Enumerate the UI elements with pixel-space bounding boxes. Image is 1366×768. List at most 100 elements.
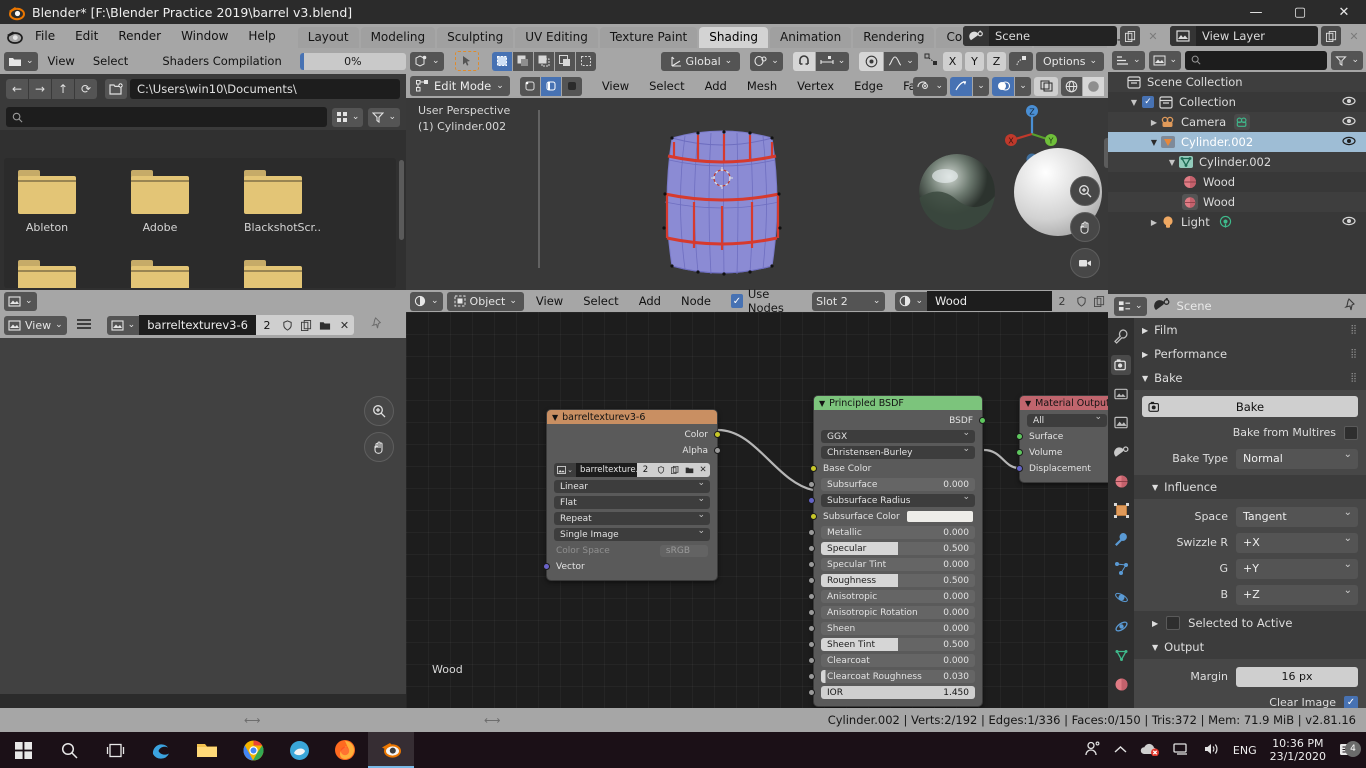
select-box-icon[interactable] xyxy=(491,51,512,71)
expand-toggle[interactable]: ▼ xyxy=(1128,98,1140,107)
bake-type-dropdown[interactable]: Normal xyxy=(1236,448,1358,469)
socket-alpha[interactable] xyxy=(714,447,721,454)
blender-icon[interactable] xyxy=(368,732,414,768)
colorspace-value[interactable]: sRGB xyxy=(659,544,708,557)
xray-toggle-icon[interactable] xyxy=(1034,76,1058,96)
shader-menu-select[interactable]: Select xyxy=(575,294,626,308)
outliner-row-light[interactable]: ▶ Light xyxy=(1108,212,1366,232)
close-button[interactable]: ✕ xyxy=(1322,0,1366,24)
clear-image-checkbox[interactable]: ✓ xyxy=(1344,695,1358,708)
task-view-icon[interactable] xyxy=(92,732,138,768)
source-dropdown[interactable]: Single Image xyxy=(554,526,710,541)
edge-icon[interactable] xyxy=(138,732,184,768)
outliner-row-cylinder-object[interactable]: ▼ Cylinder.002 xyxy=(1108,132,1366,152)
duplicate-icon[interactable] xyxy=(296,315,316,335)
path-input[interactable]: C:\Users\win10\Documents\ xyxy=(130,79,400,99)
node-output-bsdf[interactable]: BSDF xyxy=(821,414,986,427)
vertex-select-icon[interactable] xyxy=(519,76,540,96)
statusbar-handle-left[interactable]: ⟷ xyxy=(244,713,261,727)
space-dropdown[interactable]: Tangent xyxy=(1236,506,1358,527)
network-icon[interactable] xyxy=(1173,742,1190,759)
image-users-count[interactable]: 2 xyxy=(637,463,654,477)
input-sheen[interactable]: Sheen 0.000 xyxy=(808,622,975,635)
tab-particles[interactable] xyxy=(1111,558,1131,578)
outliner-filter-button[interactable]: ⌄ xyxy=(1331,50,1363,70)
explorer-icon[interactable] xyxy=(184,732,230,768)
section-selected-to-active[interactable]: ▶ Selected to Active xyxy=(1134,611,1366,635)
node-material-output[interactable]: ▼ Material Output All Surface Volume xyxy=(1016,395,1108,483)
workspace-tab-shading[interactable]: Shading xyxy=(699,27,768,48)
filebrowser-menu-select[interactable]: Select xyxy=(85,54,136,68)
editor-type-selector-properties[interactable]: ⌄ xyxy=(1114,296,1147,316)
folder-icon[interactable] xyxy=(315,315,335,335)
x-icon[interactable]: ✕ xyxy=(696,463,710,477)
shield-icon[interactable] xyxy=(1072,291,1090,311)
outliner-row-scene-collection[interactable]: Scene Collection xyxy=(1108,72,1366,92)
expand-toggle[interactable]: ▶ xyxy=(1148,118,1160,127)
options-button[interactable]: Options ⌄ xyxy=(1036,51,1104,71)
input-clearcoat[interactable]: Clearcoat 0.000 xyxy=(808,654,975,667)
new-scene-button[interactable] xyxy=(1120,26,1140,46)
transform-orientation-selector[interactable]: Global ⌄ xyxy=(660,51,741,71)
bake-from-multires-checkbox[interactable] xyxy=(1344,425,1358,440)
duplicate-icon[interactable] xyxy=(1090,291,1108,311)
folder-item[interactable] xyxy=(131,260,189,288)
clock[interactable]: 10:36 PM 23/1/2020 xyxy=(1270,737,1326,763)
input-specular-tint[interactable]: Specular Tint 0.000 xyxy=(808,558,975,571)
node-output-color[interactable]: Color xyxy=(554,428,721,441)
action-center-icon[interactable]: 4 xyxy=(1339,740,1361,759)
tab-world[interactable] xyxy=(1111,471,1131,491)
editor-type-selector-shader[interactable]: ⌄ xyxy=(410,291,443,311)
zoom-in-icon[interactable] xyxy=(1070,176,1100,206)
axis-x-button[interactable]: X xyxy=(943,51,962,71)
new-folder-icon[interactable] xyxy=(105,79,127,99)
socket-sheen[interactable] xyxy=(808,625,815,632)
input-clearcoat-roughness[interactable]: Clearcoat Roughness 0.030 xyxy=(808,670,975,683)
tab-material[interactable] xyxy=(1111,674,1131,694)
socket-surface[interactable] xyxy=(1016,433,1023,440)
socket-vector[interactable] xyxy=(543,563,550,570)
minimize-button[interactable]: — xyxy=(1234,0,1278,24)
firefox-icon[interactable] xyxy=(322,732,368,768)
folder-item[interactable]: Blender Pract.. xyxy=(18,260,76,288)
folder-item[interactable]: BlackshotScr.. xyxy=(244,170,321,234)
use-nodes-toggle[interactable]: ✓ Use Nodes xyxy=(730,287,798,315)
hand-icon[interactable] xyxy=(1070,212,1100,242)
axis-z-button[interactable]: Z xyxy=(987,51,1006,71)
menu-help[interactable]: Help xyxy=(238,25,285,47)
camera-data-icon[interactable] xyxy=(1234,114,1251,130)
zoom-in-icon[interactable] xyxy=(364,396,394,426)
node-header[interactable]: ▼ Principled BSDF xyxy=(814,396,982,410)
start-icon[interactable] xyxy=(0,732,46,768)
face-select-icon[interactable] xyxy=(561,76,582,96)
input-subsurface-radius[interactable]: Subsurface Radius xyxy=(808,492,975,507)
mirror-options-icon[interactable] xyxy=(1009,51,1033,71)
tab-tool[interactable] xyxy=(1111,326,1131,346)
x-icon[interactable]: ✕ xyxy=(334,315,354,335)
menu-file[interactable]: File xyxy=(25,25,65,47)
bake-button[interactable]: Bake xyxy=(1142,396,1358,417)
workspace-tab-rendering[interactable]: Rendering xyxy=(853,27,935,48)
light-data-icon[interactable] xyxy=(1218,214,1234,230)
workspace-tab-layout[interactable]: Layout xyxy=(297,27,359,48)
node-header[interactable]: ▼ Material Output xyxy=(1020,396,1108,410)
magnet-icon[interactable] xyxy=(792,51,815,71)
proportional-edit-icon[interactable] xyxy=(859,51,884,71)
duplicate-icon[interactable] xyxy=(668,463,682,477)
hamburger-icon[interactable] xyxy=(76,318,92,333)
socket-volume[interactable] xyxy=(1016,449,1023,456)
visibility-selector[interactable]: ⌄ xyxy=(913,76,947,96)
nav-back-button[interactable]: ← xyxy=(6,79,28,99)
viewport-menu-add[interactable]: Add xyxy=(697,79,735,93)
node-input-vector[interactable]: Vector xyxy=(543,560,710,573)
socket-bsdf[interactable] xyxy=(979,417,986,424)
material-users-count[interactable]: 2 xyxy=(1052,291,1072,311)
distribution-dropdown[interactable]: GGX xyxy=(821,428,975,443)
view-layer-selector[interactable]: View Layer xyxy=(1170,26,1318,46)
editor-type-selector-outliner[interactable]: ⌄ xyxy=(1112,50,1145,70)
cursor-tool-icon[interactable] xyxy=(454,51,479,71)
chevron-up-icon[interactable] xyxy=(1114,744,1127,757)
axis-lock-icon[interactable] xyxy=(924,53,940,70)
shader-menu-node[interactable]: Node xyxy=(673,294,719,308)
use-nodes-checkbox[interactable]: ✓ xyxy=(730,294,743,308)
